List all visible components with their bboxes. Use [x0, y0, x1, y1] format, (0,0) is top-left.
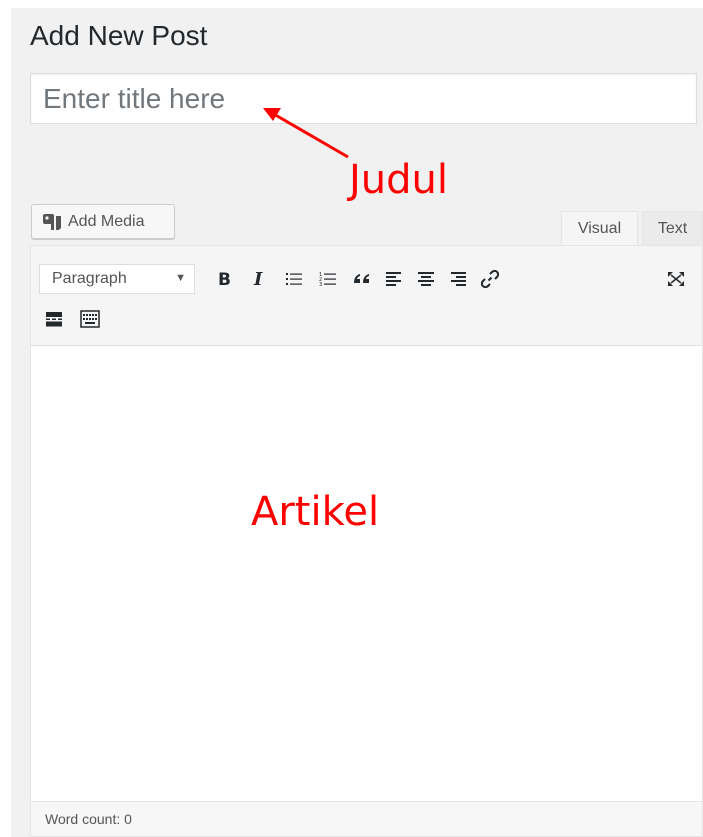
svg-text:I: I	[253, 270, 263, 288]
align-left-button[interactable]	[379, 264, 409, 294]
chevron-down-icon: ▼	[175, 272, 186, 284]
tab-visual[interactable]: Visual	[561, 211, 638, 246]
align-left-icon	[386, 272, 401, 286]
insert-link-button[interactable]	[475, 264, 505, 294]
align-right-button[interactable]	[443, 264, 473, 294]
svg-text:B: B	[218, 270, 231, 288]
annotation-content-label: Artikel	[251, 489, 380, 535]
italic-button[interactable]: I	[245, 264, 275, 294]
bold-button[interactable]: B	[209, 264, 239, 294]
insert-link-icon	[481, 270, 499, 288]
status-bar: Word count: 0	[31, 801, 702, 836]
tab-visual-label: Visual	[577, 220, 622, 237]
read-more-icon	[46, 312, 62, 327]
toolbar-toggle-icon	[80, 310, 100, 328]
word-count: Word count: 0	[45, 811, 132, 827]
fullscreen-icon	[668, 272, 684, 286]
fullscreen-button[interactable]	[661, 264, 691, 294]
media-icon	[43, 213, 61, 230]
post-editor-page: Add New Post Add Media Visual Text Parag…	[11, 8, 703, 837]
content-editor: Paragraph ▼ B I 1 2 3 Word count: 0	[30, 245, 703, 837]
numbered-list-button[interactable]: 1 2 3	[313, 264, 343, 294]
svg-text:3: 3	[319, 282, 322, 287]
tab-text-label: Text	[657, 219, 688, 237]
align-center-icon	[418, 272, 434, 286]
read-more-button[interactable]	[39, 304, 69, 334]
editor-content-area[interactable]	[31, 346, 702, 801]
editor-toolbar: Paragraph ▼ B I 1 2 3	[31, 246, 702, 346]
page-title: Add New Post	[30, 20, 208, 51]
add-media-button[interactable]: Add Media	[31, 204, 175, 239]
format-select-value: Paragraph	[52, 270, 127, 287]
align-center-button[interactable]	[411, 264, 441, 294]
align-right-icon	[451, 272, 466, 286]
bold-icon: B	[218, 270, 231, 288]
blockquote-icon	[354, 274, 369, 283]
post-title-input[interactable]	[30, 73, 697, 124]
numbered-list-icon: 1 2 3	[319, 272, 336, 287]
bulleted-list-button[interactable]	[279, 264, 309, 294]
add-media-label: Add Media	[68, 212, 145, 230]
bulleted-list-icon	[286, 273, 302, 285]
annotation-title-label: Judul	[349, 157, 449, 203]
format-select[interactable]: Paragraph ▼	[39, 264, 195, 294]
toolbar-toggle-button[interactable]	[75, 304, 105, 334]
tab-text[interactable]: Text	[642, 211, 703, 246]
italic-icon: I	[253, 270, 263, 288]
blockquote-button[interactable]	[347, 264, 377, 294]
